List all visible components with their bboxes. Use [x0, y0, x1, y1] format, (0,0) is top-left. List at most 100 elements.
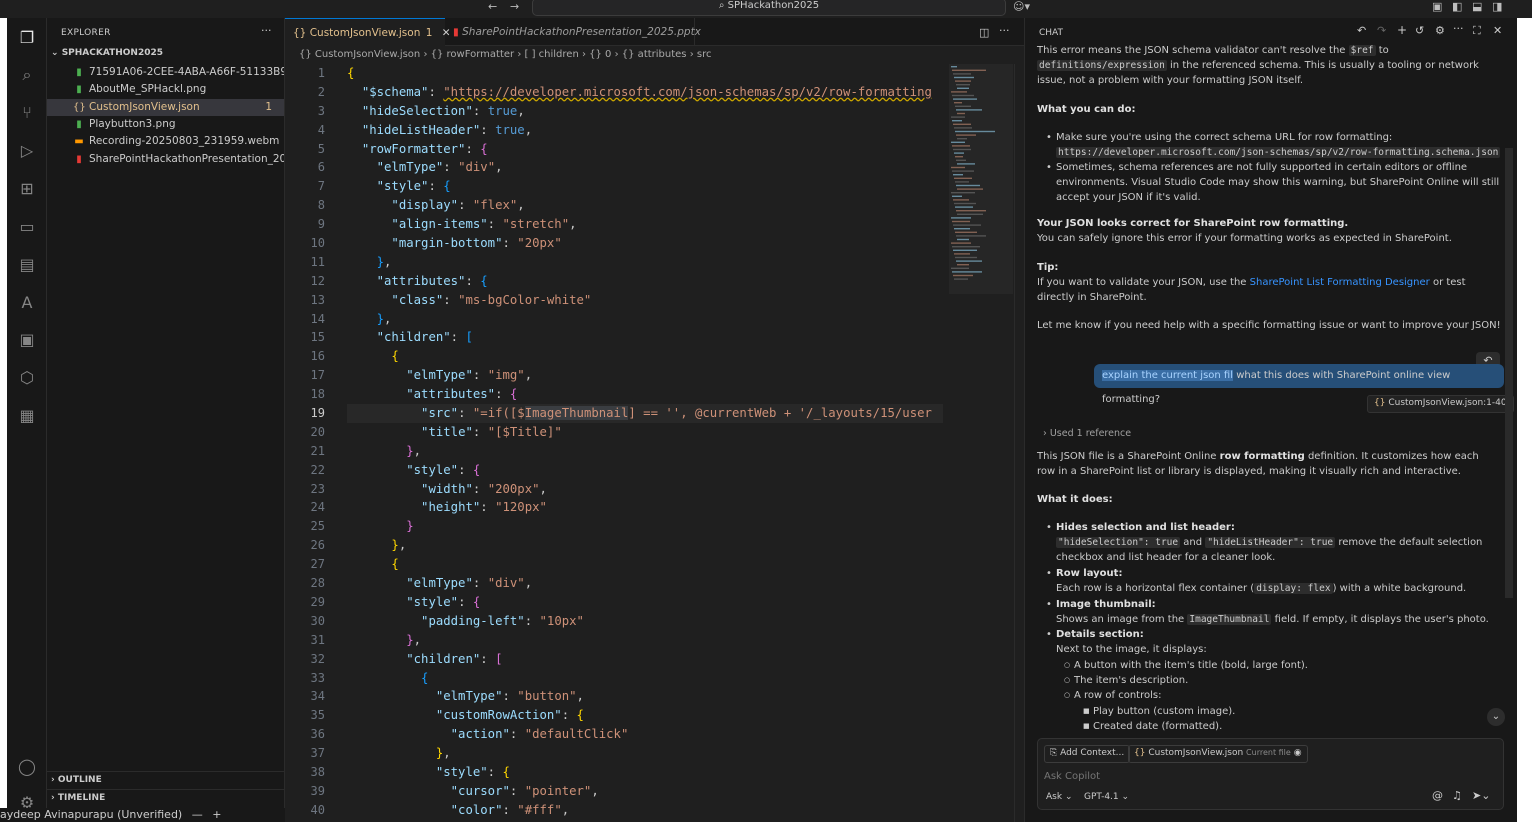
breadcrumb-item[interactable]: [ ] children	[525, 49, 579, 60]
minimap[interactable]	[949, 64, 1013, 294]
breadcrumb-item[interactable]: {} 0	[589, 49, 611, 60]
microphone-icon[interactable]: ♫	[1452, 789, 1462, 802]
mode-picker[interactable]: Ask ⌄	[1046, 790, 1072, 805]
file-name: Playbutton3.png	[89, 117, 176, 130]
file-item[interactable]: ▬ Recording-20250803_231959.webm	[47, 133, 284, 150]
more-actions-icon[interactable]: ···	[1453, 22, 1464, 35]
inline-code[interactable]: https://developer.microsoft.com/json-sch…	[1056, 147, 1501, 158]
line-number: 10	[310, 236, 325, 251]
split-editor-icon[interactable]: ◫	[979, 26, 989, 39]
minimap-line	[955, 231, 977, 233]
settings-gear-icon[interactable]: ⚙	[1435, 24, 1445, 37]
code-line-current: "src": "=if([$ImageThumbnail] == '', @cu…	[347, 404, 943, 423]
tab-customjsonview[interactable]: {} CustomJsonView.json 1 ✕	[285, 18, 451, 46]
history-icon[interactable]: ↺	[1415, 24, 1424, 37]
outline-label: OUTLINE	[57, 775, 102, 785]
workspace-folder[interactable]: ⌄ SPHACKATHON2025	[51, 48, 163, 58]
code-line: },	[435, 746, 451, 761]
account-icon[interactable]: ◯	[16, 756, 38, 778]
explorer-sidebar: EXPLORER ··· ⌄ SPHACKATHON2025 ▮ 71591A06…	[47, 18, 285, 822]
scroll-down-icon[interactable]: ⌄	[1487, 708, 1505, 726]
file-item[interactable]: ▮ SharePointHackathonPresentation_20...	[47, 151, 284, 168]
outline-section[interactable]: › OUTLINE	[47, 771, 284, 789]
chat-input-box: ⎘ Add Context... {} CustomJsonView.json …	[1037, 738, 1504, 810]
tip-text: If you want to validate your JSON, use t…	[1037, 275, 1499, 305]
close-icon[interactable]: ✕	[1493, 24, 1502, 37]
send-icon[interactable]: ➤⌄	[1472, 789, 1490, 802]
account-status[interactable]: aydeep Avinapurapu (Unverified) — +	[0, 808, 285, 822]
maximize-icon[interactable]: ⛶	[1473, 24, 1481, 38]
reference-chip[interactable]: {} CustomJsonView.json:1-40	[1367, 395, 1514, 413]
file-item[interactable]: ▮ 71591A06-2CEE-4ABA-A66F-51133B9...	[47, 64, 284, 81]
m365-icon[interactable]: ▤	[16, 254, 38, 276]
code-line: "cursor": "pointer",	[450, 783, 599, 798]
more-actions-icon[interactable]: ···	[261, 24, 272, 37]
mention-icon[interactable]: @	[1432, 789, 1443, 802]
breadcrumb-item[interactable]: {} CustomJsonView.json	[299, 49, 420, 60]
more-actions-icon[interactable]: ···	[999, 24, 1010, 37]
used-references[interactable]: › Used 1 reference	[1043, 426, 1131, 441]
add-context-label: Add Context...	[1060, 748, 1125, 758]
json-icon: {}	[293, 27, 307, 39]
file-item[interactable]: ▮ AboutMe_SPHackl.png	[47, 81, 284, 98]
copilot-icon[interactable]: ☺▾	[1013, 0, 1030, 13]
code-line: "attributes": {	[406, 387, 518, 402]
minimap-line	[957, 264, 969, 266]
containers-icon[interactable]: ⬡	[16, 367, 38, 389]
back-arrow-icon[interactable]: ←	[488, 0, 497, 13]
forward-arrow-icon[interactable]: →	[510, 0, 519, 13]
breadcrumb-item[interactable]: {} rowFormatter	[431, 49, 515, 60]
minimap-line	[955, 181, 969, 183]
pnp-icon[interactable]: ▦	[16, 405, 38, 427]
file-item[interactable]: {} CustomJsonView.json 1	[47, 98, 284, 116]
timeline-section[interactable]: › TIMELINE	[47, 789, 284, 807]
chat-scrollbar[interactable]	[1505, 148, 1513, 598]
explorer-icon[interactable]: ❐	[16, 27, 38, 49]
toggle-sidebar-icon[interactable]: ◧	[1452, 0, 1462, 13]
line-number: 20	[310, 424, 325, 439]
extensions-icon[interactable]: ⊞	[16, 178, 38, 200]
remote-explorer-icon[interactable]: ▭	[16, 216, 38, 238]
terminal-icon[interactable]: ▣	[16, 329, 38, 351]
line-number: 30	[310, 613, 325, 628]
line-number: 37	[310, 746, 325, 761]
new-chat-icon[interactable]: +	[1397, 23, 1407, 37]
command-center[interactable]: ⌕ SPHackathon2025	[532, 0, 1006, 16]
breadcrumb-item[interactable]: src	[697, 49, 712, 60]
reference-chip-label: CustomJsonView.json:1-40	[1388, 398, 1507, 408]
eye-icon[interactable]: ◉	[1294, 748, 1302, 758]
code-line: },	[406, 443, 422, 458]
redo-icon[interactable]: ↷	[1377, 24, 1386, 37]
code-line: "style": {	[435, 764, 510, 779]
code-area[interactable]: { "$schema": "https://developer.microsof…	[347, 64, 943, 820]
code-line: "height": "120px"	[421, 500, 547, 515]
tip-text-part: If you want to validate your JSON, use t…	[1037, 277, 1247, 288]
run-debug-icon[interactable]: ▷	[16, 140, 38, 162]
minimap-line	[954, 228, 970, 230]
minimap-line	[957, 138, 967, 140]
search-icon[interactable]: ⌕	[16, 64, 38, 86]
user-message[interactable]: explain the current json fil what this d…	[1094, 364, 1504, 405]
plus-icon[interactable]: +	[212, 808, 221, 821]
designer-link[interactable]: SharePoint List Formatting Designer	[1250, 277, 1430, 288]
minimap-line	[953, 249, 977, 251]
azure-icon[interactable]: A	[16, 292, 38, 314]
minimap-line	[954, 202, 976, 205]
layout-icon[interactable]: ▣	[1432, 0, 1442, 13]
tip-heading: Tip:	[1037, 262, 1059, 273]
toggle-panel-icon[interactable]: ⬓	[1472, 0, 1482, 13]
undo-icon[interactable]: ↶	[1357, 24, 1366, 37]
tab-presentation[interactable]: ▮ SharePointHackathonPresentation_2025.p…	[445, 18, 701, 46]
toggle-secondary-sidebar-icon[interactable]: ◨	[1492, 0, 1502, 13]
source-control-icon[interactable]: ⑂	[16, 102, 38, 124]
current-file-chip[interactable]: {} CustomJsonView.json Current file ◉	[1128, 745, 1308, 763]
breadcrumb-item[interactable]: {} attributes	[622, 49, 687, 60]
line-number: 33	[310, 670, 325, 685]
minus-icon[interactable]: —	[192, 808, 203, 821]
ask-copilot-input[interactable]	[1042, 767, 1486, 785]
code-line: "elmType": "div",	[406, 576, 533, 591]
line-number: 11	[310, 254, 325, 269]
add-context-button[interactable]: ⎘ Add Context...	[1044, 745, 1131, 763]
model-picker[interactable]: GPT-4.1 ⌄	[1084, 790, 1129, 805]
file-item[interactable]: ▮ Playbutton3.png	[47, 116, 284, 133]
